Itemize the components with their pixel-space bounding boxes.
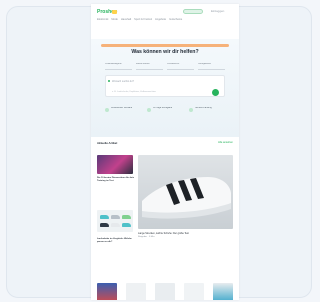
promo-banner[interactable] xyxy=(101,44,229,47)
hero-title: Was können wir dir helfen? xyxy=(131,49,199,55)
filter-select[interactable] xyxy=(198,67,225,70)
article-title[interactable]: Die 10 besten Fitnessuhren für dein Trai… xyxy=(97,177,135,183)
benefit-text: Kostenloser Versand xyxy=(111,107,133,109)
benefit-text: Sichere Zahlung xyxy=(195,107,212,109)
product-thumbnail[interactable] xyxy=(184,283,204,300)
filter-select[interactable] xyxy=(167,67,194,70)
article-thumbnail[interactable] xyxy=(97,210,133,232)
shoe-image xyxy=(122,223,131,227)
query-textarea[interactable]: Wonach suchst du? z. B. Laufschuhe, Kopf… xyxy=(105,75,225,97)
nav-item[interactable]: Haushalt xyxy=(121,18,131,22)
filter-field[interactable]: Produktkategorie xyxy=(105,63,132,73)
product-thumbnail[interactable] xyxy=(155,283,175,300)
main-nav: Elektronik Mode Haushalt Sport & Freizei… xyxy=(97,18,233,22)
shoe-image xyxy=(122,215,131,219)
top-bar: Proshop Einloggen xyxy=(97,8,233,16)
status-dot-icon xyxy=(108,80,110,82)
see-all-link[interactable]: Alle ansehen xyxy=(218,141,233,144)
truck-icon xyxy=(105,108,109,112)
benefit-item: Sichere Zahlung xyxy=(189,107,225,117)
filter-field[interactable]: Marke wählen xyxy=(136,63,163,73)
filter-select[interactable] xyxy=(136,67,163,70)
articles-header: Aktuelle Artikel Alle ansehen xyxy=(97,141,233,147)
filter-label: Preisbereich xyxy=(167,63,180,65)
filter-label: Marke wählen xyxy=(136,63,150,65)
web-page-preview: Proshop Einloggen Elektronik Mode Hausha… xyxy=(91,4,239,300)
return-icon xyxy=(147,108,151,112)
login-link[interactable]: Einloggen xyxy=(211,9,231,13)
lock-icon xyxy=(189,108,193,112)
feature-article-image[interactable] xyxy=(138,155,233,229)
feature-article-title[interactable]: Lange Strecken, leichte Schuhe: Der groß… xyxy=(138,232,233,235)
feature-article-meta: Ratgeber · 5 Min. xyxy=(138,236,155,238)
product-thumbnail[interactable] xyxy=(213,283,233,300)
article-thumbnail[interactable] xyxy=(97,155,133,174)
section-title: Aktuelle Artikel xyxy=(97,141,118,145)
logo-badge-icon xyxy=(112,10,117,14)
shoe-image xyxy=(100,223,109,227)
filter-field[interactable]: Preisbereich xyxy=(167,63,194,73)
filter-field[interactable]: Verfügbarkeit xyxy=(198,63,225,73)
benefit-text: 30 Tage Rückgabe xyxy=(153,107,173,109)
product-thumbnail[interactable] xyxy=(97,283,117,300)
nav-item[interactable]: Mode xyxy=(111,18,118,22)
benefit-list: Kostenloser Versand 30 Tage Rückgabe Sic… xyxy=(105,107,225,117)
product-strip xyxy=(97,283,233,300)
nav-item[interactable]: Elektronik xyxy=(97,18,108,22)
shoe-image xyxy=(100,215,109,219)
hero-section: Was können wir dir helfen? Produktkatego… xyxy=(91,39,239,137)
article-title[interactable]: Laufschuhe im Vergleich: Welche passen z… xyxy=(97,238,135,244)
benefit-item: 30 Tage Rückgabe xyxy=(147,107,183,117)
query-hint: z. B. Laufschuhe, Kopfhörer, Kaffeemasch… xyxy=(112,91,156,93)
submit-button[interactable] xyxy=(212,89,219,96)
product-thumbnail[interactable] xyxy=(126,283,146,300)
benefit-item: Kostenloser Versand xyxy=(105,107,141,117)
filter-label: Produktkategorie xyxy=(105,63,122,65)
filter-label: Verfügbarkeit xyxy=(198,63,211,65)
filter-select[interactable] xyxy=(105,67,132,70)
sneaker-image xyxy=(142,177,231,219)
nav-item[interactable]: Gutscheine xyxy=(169,18,182,22)
shoe-image xyxy=(111,223,120,227)
query-placeholder: Wonach suchst du? xyxy=(112,80,134,83)
header-search-input[interactable] xyxy=(183,9,203,14)
filter-fields: Produktkategorie Marke wählen Preisberei… xyxy=(105,63,225,73)
shoe-image xyxy=(111,215,120,219)
nav-item[interactable]: Sport & Freizeit xyxy=(134,18,152,22)
nav-item[interactable]: Angebote xyxy=(155,18,166,22)
